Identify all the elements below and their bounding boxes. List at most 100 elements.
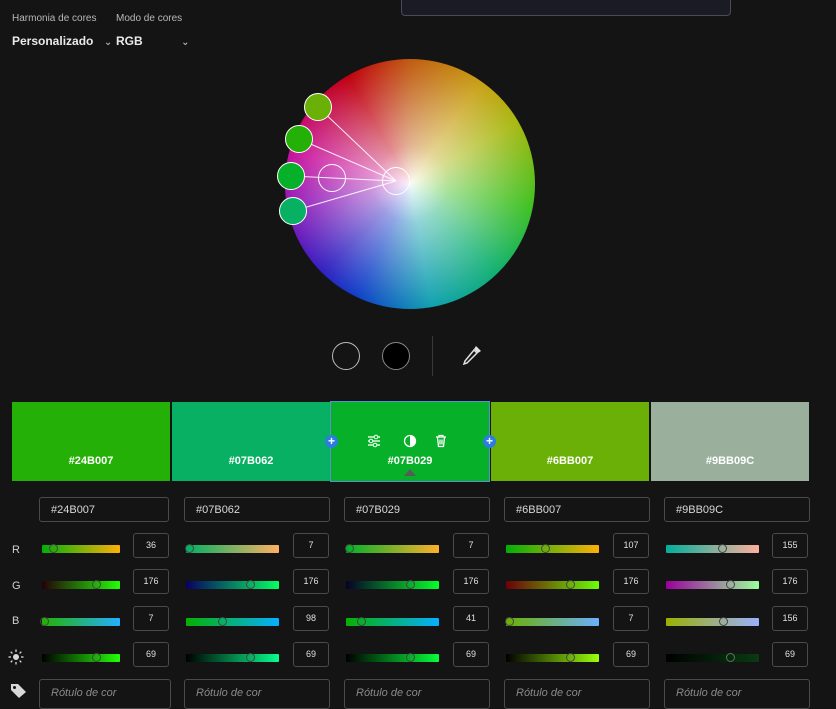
color-tag-input-1[interactable]: Rótulo de cor xyxy=(39,679,171,709)
slider-thumb[interactable] xyxy=(566,653,575,662)
slider-thumb[interactable] xyxy=(726,653,735,662)
slider-thumb[interactable] xyxy=(185,544,194,553)
slider-thumb[interactable] xyxy=(406,580,415,589)
slider-b-4[interactable] xyxy=(505,617,599,626)
slider-g-3[interactable] xyxy=(346,580,439,589)
wheel-handle-3[interactable] xyxy=(277,162,305,190)
color-tag-input-2[interactable]: Rótulo de cor xyxy=(184,679,330,709)
value-r-2[interactable]: 7 xyxy=(293,533,329,558)
hex-input-5[interactable]: #9BB09C xyxy=(664,497,810,522)
slider-thumb[interactable] xyxy=(92,653,101,662)
slider-b-2[interactable] xyxy=(186,617,279,626)
slider-thumb[interactable] xyxy=(505,617,514,626)
slider-thumb[interactable] xyxy=(92,580,101,589)
value-g-1[interactable]: 176 xyxy=(133,569,169,594)
hex-input-4[interactable]: #6BB007 xyxy=(504,497,650,522)
value-r-5[interactable]: 155 xyxy=(772,533,808,558)
eyedropper-icon[interactable] xyxy=(461,344,483,366)
swatch-hex: #6BB007 xyxy=(546,455,594,467)
color-tag-input-5[interactable]: Rótulo de cor xyxy=(664,679,810,709)
slider-thumb[interactable] xyxy=(218,617,227,626)
contrast-icon[interactable] xyxy=(403,434,417,448)
plus-icon[interactable]: + xyxy=(483,435,496,448)
hex-input-2[interactable]: #07B062 xyxy=(184,497,330,522)
value-brightness-4[interactable]: 69 xyxy=(613,642,649,667)
slider-brightness-1[interactable] xyxy=(42,653,120,662)
value-r-4[interactable]: 107 xyxy=(613,533,649,558)
wheel-handle-1[interactable] xyxy=(285,125,313,153)
slider-b-5[interactable] xyxy=(666,617,759,626)
value-g-5[interactable]: 176 xyxy=(772,569,808,594)
slider-thumb[interactable] xyxy=(566,580,575,589)
slider-thumb[interactable] xyxy=(357,617,366,626)
value-b-4[interactable]: 7 xyxy=(613,606,649,631)
channel-label-g: G xyxy=(12,580,21,592)
slider-r-5[interactable] xyxy=(666,544,759,553)
slider-thumb[interactable] xyxy=(406,653,415,662)
swatch-2[interactable]: #07B062 xyxy=(172,402,330,481)
trash-icon[interactable] xyxy=(434,434,448,448)
slider-g-2[interactable] xyxy=(186,580,279,589)
value-brightness-1[interactable]: 69 xyxy=(133,642,169,667)
harmony-select[interactable]: Personalizado ⌄ xyxy=(12,32,112,50)
slider-b-1[interactable] xyxy=(40,617,120,626)
value-r-1[interactable]: 36 xyxy=(133,533,169,558)
color-tag-input-3[interactable]: Rótulo de cor xyxy=(344,679,490,709)
slider-b-3[interactable] xyxy=(346,617,439,626)
slider-g-1[interactable] xyxy=(42,580,120,589)
slider-brightness-4[interactable] xyxy=(506,653,599,662)
sliders-icon[interactable] xyxy=(367,434,381,448)
mode-value: RGB xyxy=(116,34,143,48)
value-brightness-5[interactable]: 69 xyxy=(772,642,808,667)
white-circle-button[interactable] xyxy=(332,342,360,370)
slider-thumb[interactable] xyxy=(718,544,727,553)
value-g-4[interactable]: 176 xyxy=(613,569,649,594)
color-tag-input-4[interactable]: Rótulo de cor xyxy=(504,679,650,709)
swatch-1[interactable]: #24B007 xyxy=(12,402,170,481)
slider-g-5[interactable] xyxy=(666,580,759,589)
slider-r-3[interactable] xyxy=(345,544,439,553)
slider-brightness-2[interactable] xyxy=(186,653,279,662)
slider-thumb[interactable] xyxy=(719,617,728,626)
selected-indicator-icon xyxy=(404,469,416,476)
mode-select[interactable]: RGB ⌄ xyxy=(116,32,190,50)
harmony-label: Harmonia de cores xyxy=(12,13,97,24)
plus-icon[interactable]: + xyxy=(325,435,338,448)
swatch-4[interactable]: #6BB007 xyxy=(491,402,649,481)
sun-icon xyxy=(8,649,24,665)
value-brightness-3[interactable]: 69 xyxy=(453,642,489,667)
black-circle-button[interactable] xyxy=(382,342,410,370)
hex-input-3[interactable]: #07B029 xyxy=(344,497,490,522)
slider-thumb[interactable] xyxy=(345,544,354,553)
wheel-handle-2[interactable] xyxy=(279,197,307,225)
slider-thumb[interactable] xyxy=(49,544,58,553)
wheel-handle-5[interactable] xyxy=(318,164,346,192)
slider-brightness-5[interactable] xyxy=(666,653,759,662)
slider-r-1[interactable] xyxy=(42,544,120,553)
slider-thumb[interactable] xyxy=(246,580,255,589)
swatch-3-selected[interactable]: #07B029 xyxy=(330,401,490,482)
slider-thumb[interactable] xyxy=(541,544,550,553)
mode-label: Modo de cores xyxy=(116,13,183,24)
chevron-down-icon: ⌄ xyxy=(103,37,113,48)
slider-r-2[interactable] xyxy=(185,544,279,553)
wheel-handle-4[interactable] xyxy=(304,93,332,121)
value-b-1[interactable]: 7 xyxy=(133,606,169,631)
top-input-box[interactable] xyxy=(401,0,731,16)
value-b-5[interactable]: 156 xyxy=(772,606,808,631)
value-b-3[interactable]: 41 xyxy=(453,606,489,631)
slider-thumb[interactable] xyxy=(40,617,49,626)
value-b-2[interactable]: 98 xyxy=(293,606,329,631)
value-r-3[interactable]: 7 xyxy=(453,533,489,558)
hex-input-1[interactable]: #24B007 xyxy=(39,497,169,522)
slider-g-4[interactable] xyxy=(506,580,599,589)
slider-brightness-3[interactable] xyxy=(346,653,439,662)
slider-thumb[interactable] xyxy=(726,580,735,589)
wheel-center-handle[interactable] xyxy=(382,167,410,195)
value-g-3[interactable]: 176 xyxy=(453,569,489,594)
slider-thumb[interactable] xyxy=(246,653,255,662)
value-g-2[interactable]: 176 xyxy=(293,569,329,594)
slider-r-4[interactable] xyxy=(506,544,599,553)
value-brightness-2[interactable]: 69 xyxy=(293,642,329,667)
swatch-5[interactable]: #9BB09C xyxy=(651,402,809,481)
